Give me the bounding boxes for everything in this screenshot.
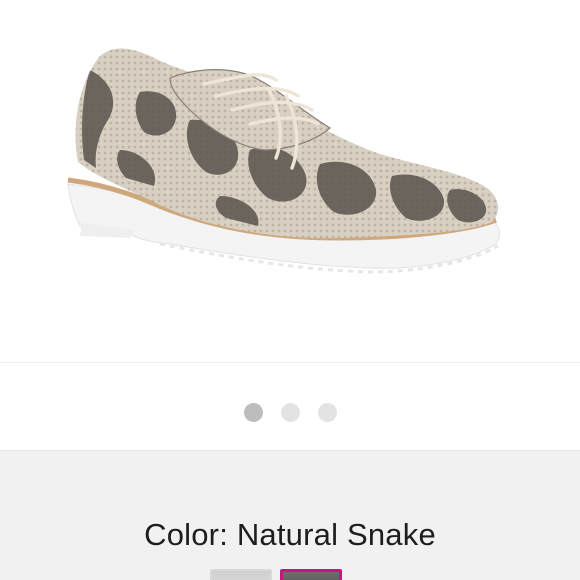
carousel-dot-2[interactable] xyxy=(280,403,300,422)
color-label: Color: Natural Snake xyxy=(0,517,580,553)
color-swatch-natural-snake[interactable] xyxy=(280,569,342,580)
image-carousel-controls xyxy=(0,363,580,450)
product-image[interactable] xyxy=(0,0,580,362)
color-swatch-silver[interactable] xyxy=(210,569,272,580)
carousel-dot-3[interactable] xyxy=(317,403,337,422)
color-prefix: Color: xyxy=(144,517,229,552)
variant-panel: Color: Natural Snake xyxy=(0,450,580,580)
shoe-illustration xyxy=(67,48,501,274)
carousel-dot-1[interactable] xyxy=(243,403,263,422)
carousel-dots xyxy=(0,403,580,423)
product-detail-screen: Color: Natural Snake xyxy=(0,0,580,580)
color-name: Natural Snake xyxy=(236,517,436,552)
